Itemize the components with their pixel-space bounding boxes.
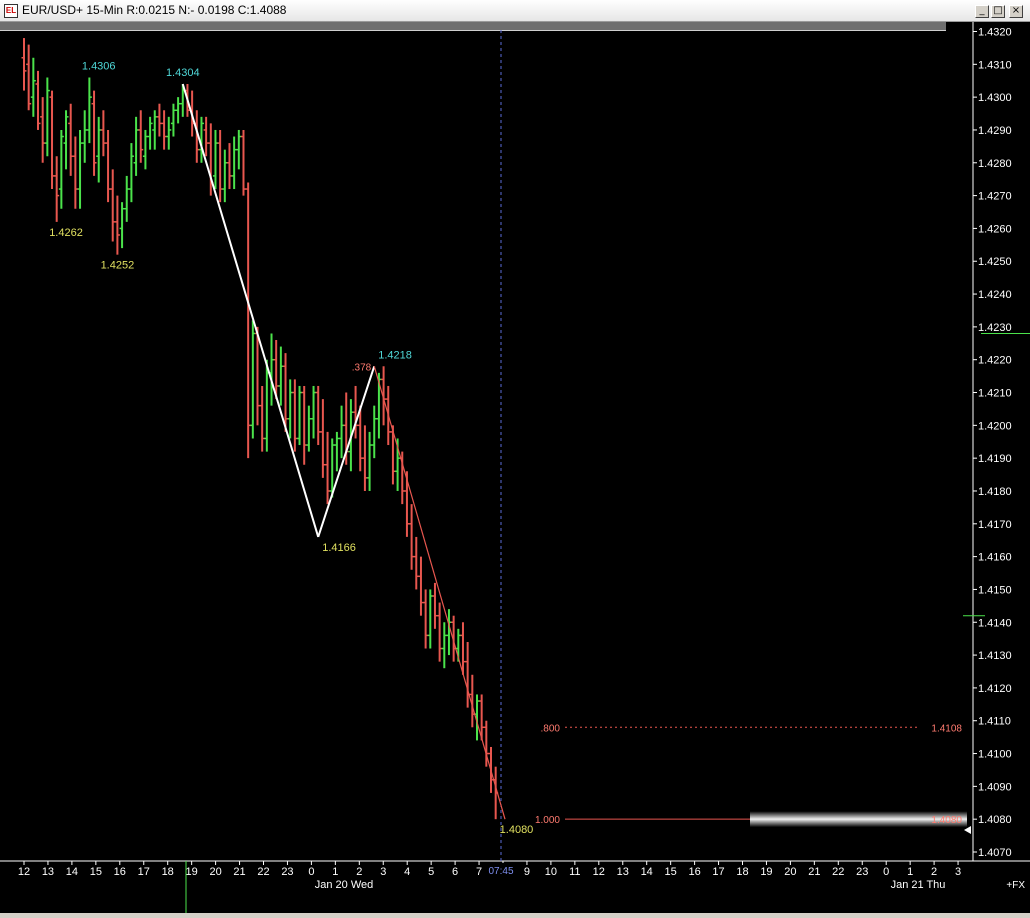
date-label: Jan 21 Thu — [891, 879, 946, 891]
y-tick-label: 1.4170 — [978, 519, 1012, 531]
y-tick-label: 1.4220 — [978, 355, 1012, 367]
y-tick-label: 1.4200 — [978, 420, 1012, 432]
chart-area[interactable]: 1.4320 1.4310 1.4300 1.4290 1.4280 1.4270 1.42… — [0, 22, 1030, 913]
window-title: EUR/USD+ 15-Min R:0.0215 N:- 0.0198 C:1.… — [22, 3, 287, 17]
y-tick-label: 1.4300 — [978, 92, 1012, 104]
x-tick-label: 19 — [186, 866, 198, 878]
x-tick-label: 17 — [712, 866, 724, 878]
x-tick-label: 17 — [138, 866, 150, 878]
y-tick-label: 1.4100 — [978, 749, 1012, 761]
x-tick-label: 0 — [308, 866, 314, 878]
price-annotation: 1.4252 — [101, 260, 135, 272]
fib-ratio-label: .800 — [541, 723, 561, 734]
x-tick-label: 23 — [281, 866, 293, 878]
x-tick-label: 15 — [90, 866, 102, 878]
x-tick-label: 5 — [428, 866, 434, 878]
x-tick-label: 3 — [955, 866, 961, 878]
x-tick-label: 14 — [641, 866, 653, 878]
x-tick-label: 16 — [114, 866, 126, 878]
fib-ratio-label: 1.000 — [535, 815, 560, 826]
projection-line — [373, 366, 506, 820]
price-annotation: 1.4304 — [166, 67, 200, 79]
top-strip-highlight — [0, 30, 946, 31]
y-tick-label: 1.4140 — [978, 617, 1012, 629]
close-button[interactable]: × — [1009, 5, 1023, 18]
zigzag-segment — [181, 83, 320, 538]
x-tick-label: 20 — [784, 866, 796, 878]
x-tick-label: 9 — [524, 866, 530, 878]
x-tick-label: 7 — [476, 866, 482, 878]
y-tick-label: 1.4260 — [978, 223, 1012, 235]
x-tick-label: 2 — [356, 866, 362, 878]
y-tick-label: 1.4210 — [978, 388, 1012, 400]
maximize-button[interactable]: □ — [991, 5, 1005, 18]
price-annotation: 1.4262 — [49, 227, 83, 239]
price-annotation: 1.4218 — [378, 349, 412, 361]
title-bar[interactable]: EL EUR/USD+ 15-Min R:0.0215 N:- 0.0198 C… — [0, 0, 1030, 22]
app-icon[interactable]: EL — [4, 4, 18, 18]
y-tick-label: 1.4310 — [978, 59, 1012, 71]
fib-price-label: 1.4108 — [931, 723, 962, 734]
x-tick-label: 1 — [907, 866, 913, 878]
x-tick-label: 20 — [209, 866, 221, 878]
x-tick-label: 4 — [404, 866, 410, 878]
x-tick-label: 19 — [760, 866, 772, 878]
x-tick-label: 16 — [688, 866, 700, 878]
y-tick-label: 1.4080 — [978, 814, 1012, 826]
cursor-time-label: 07:45 — [488, 866, 513, 877]
y-tick-label: 1.4190 — [978, 453, 1012, 465]
price-chart[interactable]: 1.4320 1.4310 1.4300 1.4290 1.4280 1.4270 1.42… — [0, 22, 1030, 913]
x-tick-label: 14 — [66, 866, 78, 878]
top-scroll-strip — [0, 22, 946, 30]
x-tick-label: 1 — [332, 866, 338, 878]
zigzag-ratio-label: .378 — [352, 362, 372, 373]
x-tick-label: 2 — [931, 866, 937, 878]
y-tick-label: 1.4090 — [978, 781, 1012, 793]
x-tick-label: 11 — [569, 866, 580, 878]
x-tick-label: 13 — [42, 866, 54, 878]
x-tick-label: 18 — [736, 866, 748, 878]
y-tick-label: 1.4250 — [978, 256, 1012, 268]
currency-tag: +FX — [1006, 880, 1025, 891]
x-tick-label: 22 — [832, 866, 844, 878]
x-tick-label: 18 — [162, 866, 174, 878]
y-tick-label: 1.4240 — [978, 289, 1012, 301]
y-tick-label: 1.4280 — [978, 158, 1012, 170]
x-tick-label: 13 — [617, 866, 629, 878]
y-tick-label: 1.4270 — [978, 191, 1012, 203]
x-tick-label: 21 — [233, 866, 245, 878]
date-label: Jan 20 Wed — [315, 879, 374, 891]
y-tick-label: 1.4130 — [978, 650, 1012, 662]
x-tick-label: 0 — [883, 866, 889, 878]
x-tick-label: 12 — [593, 866, 605, 878]
price-annotation: 1.4166 — [322, 542, 356, 554]
last-price-arrow-icon — [964, 826, 971, 834]
x-tick-label: 10 — [545, 866, 557, 878]
chart-window: EL EUR/USD+ 15-Min R:0.0215 N:- 0.0198 C… — [0, 0, 1030, 913]
y-tick-label: 1.4290 — [978, 125, 1012, 137]
x-tick-label: 3 — [380, 866, 386, 878]
y-tick-label: 1.4070 — [978, 847, 1012, 859]
x-tick-label: 22 — [257, 866, 269, 878]
x-tick-label: 6 — [452, 866, 458, 878]
y-tick-label: 1.4180 — [978, 486, 1012, 498]
y-tick-label: 1.4230 — [978, 322, 1012, 334]
y-tick-label: 1.4120 — [978, 683, 1012, 695]
y-tick-label: 1.4110 — [978, 716, 1011, 728]
minimize-button[interactable]: _ — [975, 5, 989, 18]
price-annotation: 1.4080 — [500, 824, 534, 836]
price-annotation: 1.4306 — [82, 60, 116, 72]
fib-price-label: 1.4080 — [931, 815, 962, 826]
x-tick-label: 23 — [856, 866, 868, 878]
y-tick-label: 1.4320 — [978, 27, 1012, 39]
x-tick-label: 12 — [18, 866, 30, 878]
x-tick-label: 21 — [808, 866, 820, 878]
x-tick-label: 15 — [665, 866, 677, 878]
y-tick-label: 1.4150 — [978, 584, 1012, 596]
y-tick-label: 1.4160 — [978, 552, 1012, 564]
